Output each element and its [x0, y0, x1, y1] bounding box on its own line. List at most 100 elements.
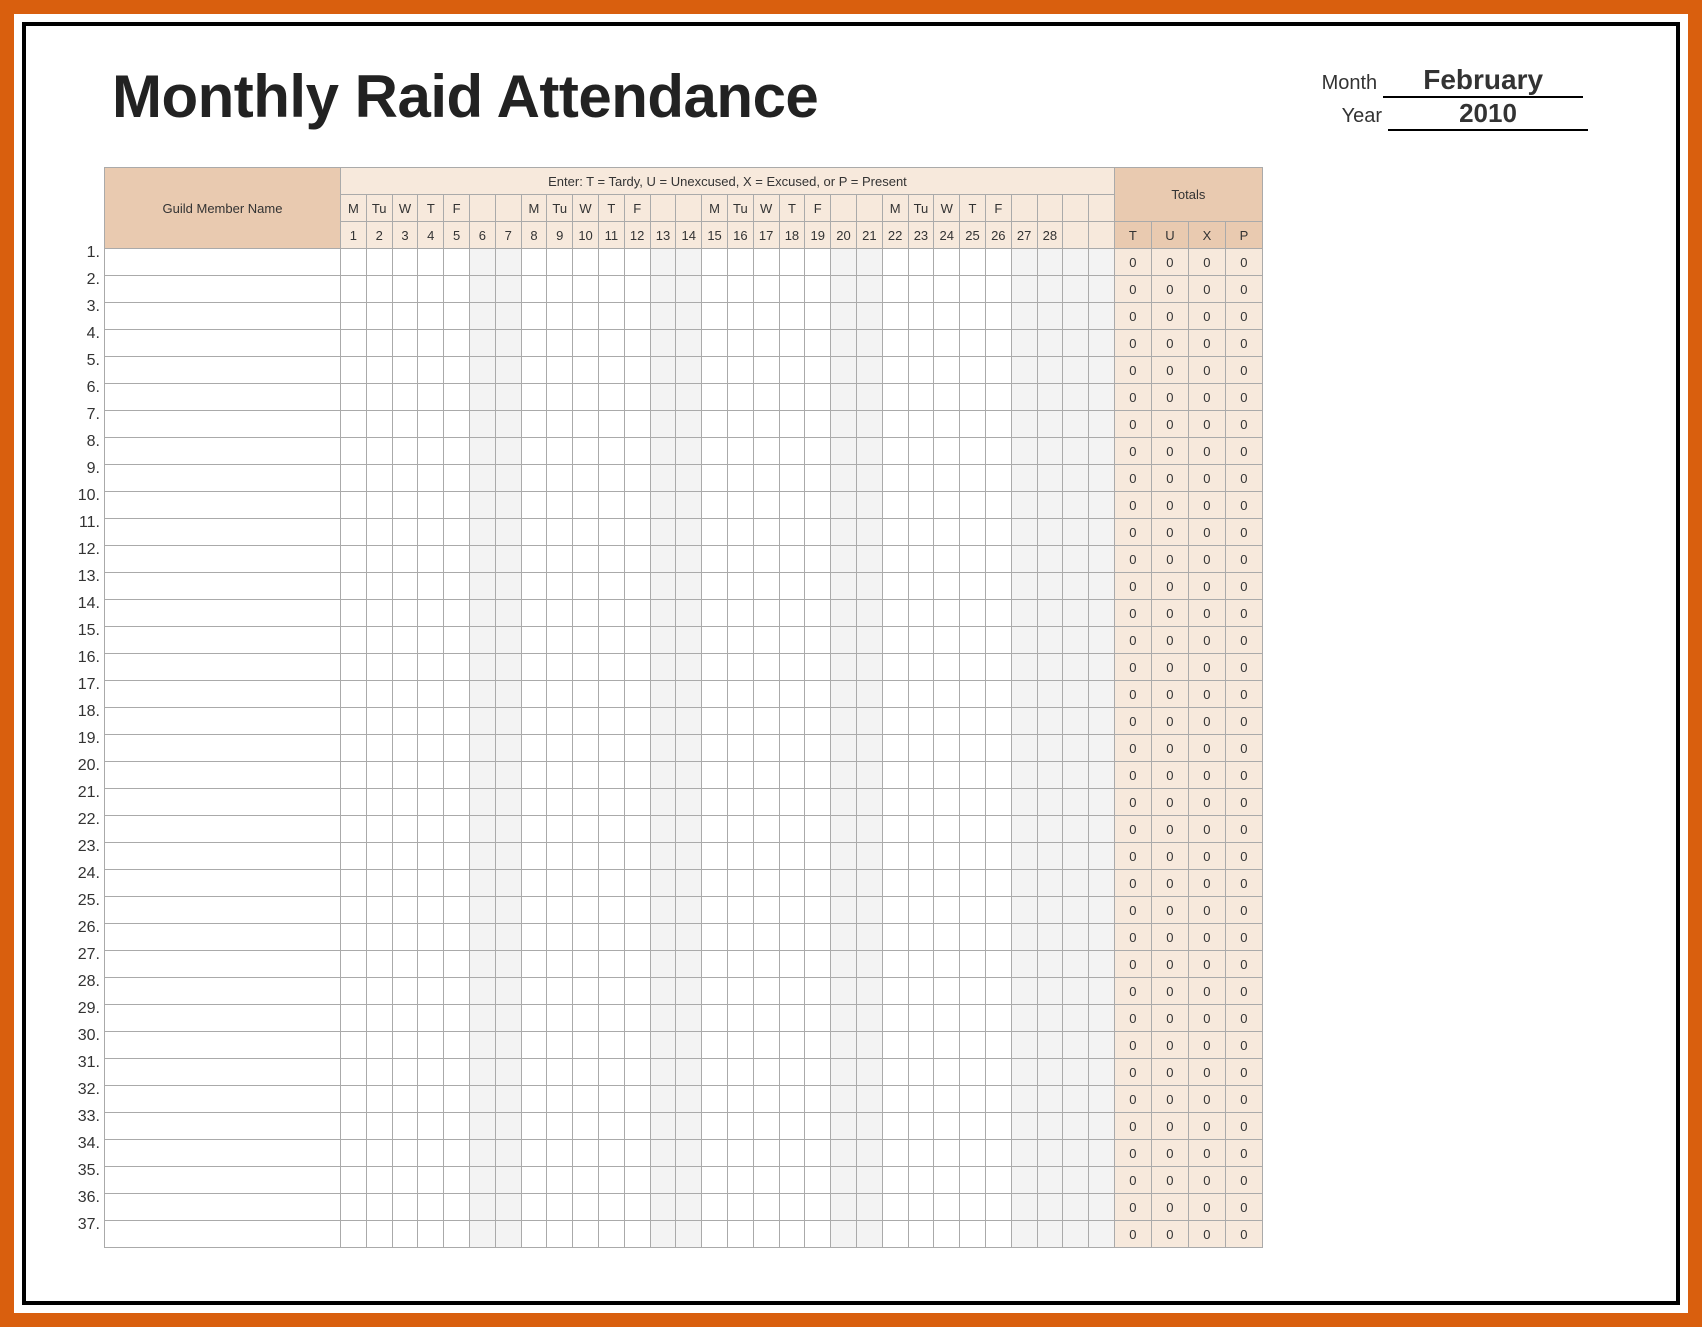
attendance-cell[interactable]: [753, 951, 779, 978]
attendance-cell[interactable]: [805, 843, 831, 870]
attendance-cell[interactable]: [779, 411, 805, 438]
attendance-cell[interactable]: [392, 519, 418, 546]
attendance-cell[interactable]: [341, 357, 367, 384]
attendance-cell[interactable]: [831, 708, 857, 735]
attendance-cell[interactable]: [1089, 789, 1115, 816]
attendance-cell[interactable]: [418, 1086, 444, 1113]
attendance-cell[interactable]: [882, 600, 908, 627]
attendance-cell[interactable]: [573, 519, 599, 546]
attendance-cell[interactable]: [960, 654, 986, 681]
attendance-cell[interactable]: [934, 654, 960, 681]
attendance-cell[interactable]: [934, 438, 960, 465]
attendance-cell[interactable]: [598, 1113, 624, 1140]
attendance-cell[interactable]: [779, 627, 805, 654]
attendance-cell[interactable]: [341, 843, 367, 870]
attendance-cell[interactable]: [469, 1032, 495, 1059]
attendance-cell[interactable]: [598, 735, 624, 762]
attendance-cell[interactable]: [856, 951, 882, 978]
attendance-cell[interactable]: [598, 870, 624, 897]
member-name-cell[interactable]: [105, 384, 341, 411]
attendance-cell[interactable]: [805, 816, 831, 843]
attendance-cell[interactable]: [444, 870, 470, 897]
attendance-cell[interactable]: [831, 600, 857, 627]
attendance-cell[interactable]: [341, 1221, 367, 1248]
attendance-cell[interactable]: [882, 1113, 908, 1140]
attendance-cell[interactable]: [598, 951, 624, 978]
attendance-cell[interactable]: [1089, 1005, 1115, 1032]
attendance-cell[interactable]: [624, 735, 650, 762]
attendance-cell[interactable]: [934, 303, 960, 330]
attendance-cell[interactable]: [1011, 789, 1037, 816]
attendance-cell[interactable]: [908, 654, 934, 681]
attendance-cell[interactable]: [882, 330, 908, 357]
attendance-cell[interactable]: [624, 546, 650, 573]
attendance-cell[interactable]: [960, 303, 986, 330]
attendance-cell[interactable]: [831, 870, 857, 897]
attendance-cell[interactable]: [882, 1194, 908, 1221]
attendance-cell[interactable]: [985, 465, 1011, 492]
attendance-cell[interactable]: [805, 627, 831, 654]
attendance-cell[interactable]: [547, 789, 573, 816]
attendance-cell[interactable]: [727, 789, 753, 816]
attendance-cell[interactable]: [676, 1140, 702, 1167]
attendance-cell[interactable]: [573, 762, 599, 789]
attendance-cell[interactable]: [960, 384, 986, 411]
attendance-cell[interactable]: [547, 708, 573, 735]
attendance-cell[interactable]: [702, 762, 728, 789]
member-name-cell[interactable]: [105, 924, 341, 951]
attendance-cell[interactable]: [573, 1005, 599, 1032]
attendance-cell[interactable]: [985, 330, 1011, 357]
attendance-cell[interactable]: [521, 951, 547, 978]
attendance-cell[interactable]: [392, 249, 418, 276]
attendance-cell[interactable]: [573, 249, 599, 276]
attendance-cell[interactable]: [753, 654, 779, 681]
attendance-cell[interactable]: [444, 1194, 470, 1221]
attendance-cell[interactable]: [1011, 1221, 1037, 1248]
attendance-cell[interactable]: [702, 654, 728, 681]
attendance-cell[interactable]: [418, 1140, 444, 1167]
attendance-cell[interactable]: [856, 411, 882, 438]
attendance-cell[interactable]: [831, 519, 857, 546]
attendance-cell[interactable]: [702, 1194, 728, 1221]
attendance-cell[interactable]: [573, 951, 599, 978]
attendance-cell[interactable]: [573, 411, 599, 438]
attendance-cell[interactable]: [1089, 1059, 1115, 1086]
attendance-cell[interactable]: [366, 1086, 392, 1113]
attendance-cell[interactable]: [392, 1167, 418, 1194]
attendance-cell[interactable]: [598, 843, 624, 870]
attendance-cell[interactable]: [1063, 303, 1089, 330]
attendance-cell[interactable]: [676, 357, 702, 384]
attendance-cell[interactable]: [521, 411, 547, 438]
attendance-cell[interactable]: [676, 1167, 702, 1194]
attendance-cell[interactable]: [753, 546, 779, 573]
attendance-cell[interactable]: [547, 924, 573, 951]
attendance-cell[interactable]: [882, 978, 908, 1005]
attendance-cell[interactable]: [727, 681, 753, 708]
attendance-cell[interactable]: [908, 1059, 934, 1086]
attendance-cell[interactable]: [598, 249, 624, 276]
attendance-cell[interactable]: [495, 276, 521, 303]
attendance-cell[interactable]: [495, 1167, 521, 1194]
attendance-cell[interactable]: [392, 573, 418, 600]
attendance-cell[interactable]: [727, 519, 753, 546]
attendance-cell[interactable]: [1089, 897, 1115, 924]
attendance-cell[interactable]: [547, 357, 573, 384]
attendance-cell[interactable]: [779, 1032, 805, 1059]
attendance-cell[interactable]: [831, 465, 857, 492]
attendance-cell[interactable]: [1089, 600, 1115, 627]
attendance-cell[interactable]: [469, 600, 495, 627]
attendance-cell[interactable]: [547, 978, 573, 1005]
attendance-cell[interactable]: [650, 492, 676, 519]
attendance-cell[interactable]: [573, 1059, 599, 1086]
attendance-cell[interactable]: [753, 1005, 779, 1032]
attendance-cell[interactable]: [753, 465, 779, 492]
attendance-cell[interactable]: [753, 762, 779, 789]
attendance-cell[interactable]: [934, 411, 960, 438]
attendance-cell[interactable]: [985, 276, 1011, 303]
attendance-cell[interactable]: [392, 465, 418, 492]
attendance-cell[interactable]: [624, 1032, 650, 1059]
attendance-cell[interactable]: [882, 1140, 908, 1167]
attendance-cell[interactable]: [469, 654, 495, 681]
attendance-cell[interactable]: [547, 438, 573, 465]
attendance-cell[interactable]: [805, 1059, 831, 1086]
